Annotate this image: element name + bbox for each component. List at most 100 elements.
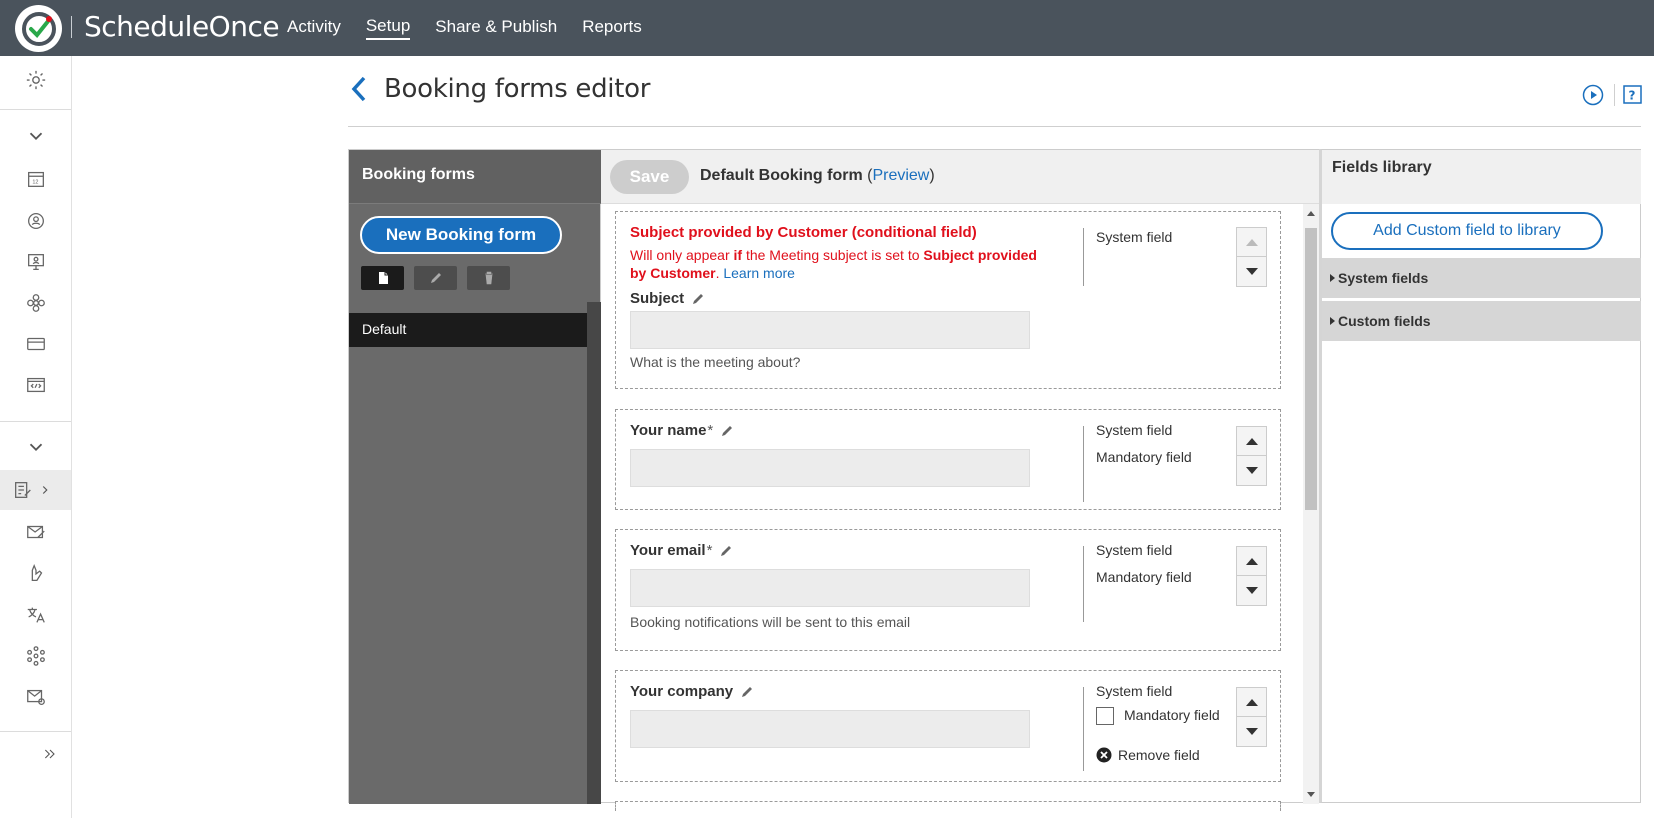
form-title: Default Booking form (Preview) — [700, 167, 935, 184]
app-name: ScheduleOnce — [84, 10, 280, 43]
field-card-email[interactable]: Your email * Booking notifications will b… — [615, 529, 1281, 651]
field-card-name[interactable]: Your name * System field Mandatory field — [615, 409, 1281, 510]
preview-link[interactable]: Preview — [872, 167, 929, 184]
delete-button[interactable] — [467, 266, 510, 290]
presenter-icon[interactable] — [0, 242, 71, 282]
field-mandatory: Mandatory field — [1096, 569, 1192, 585]
nav-share-publish[interactable]: Share & Publish — [435, 17, 557, 39]
new-booking-form-button[interactable]: New Booking form — [360, 216, 562, 254]
mandatory-checkbox-row[interactable]: Mandatory field — [1096, 707, 1220, 726]
section-custom-fields[interactable]: Custom fields — [1322, 301, 1641, 341]
card-icon[interactable] — [0, 324, 71, 364]
pencil-icon[interactable] — [740, 685, 754, 699]
email-input[interactable] — [630, 569, 1030, 607]
pencil-icon[interactable] — [720, 424, 734, 438]
move-up-button[interactable] — [1237, 228, 1266, 257]
remove-field-button[interactable]: Remove field — [1096, 747, 1200, 763]
header-divider-line — [348, 126, 1641, 127]
mandatory-checkbox[interactable] — [1096, 707, 1114, 726]
calendar-icon[interactable]: 12 — [0, 159, 71, 199]
chevron-down-icon[interactable] — [0, 116, 71, 156]
logo-icon[interactable] — [15, 5, 62, 52]
nav-activity[interactable]: Activity — [287, 17, 341, 39]
email-at-icon[interactable] — [0, 677, 71, 717]
arrow-up-icon — [1245, 239, 1258, 246]
scrollbar-thumb[interactable] — [1305, 228, 1317, 510]
arrow-up-icon — [1245, 438, 1258, 445]
learn-more-link[interactable]: Learn more — [723, 265, 795, 281]
reorder-controls — [1236, 426, 1267, 486]
form-edit-icon[interactable] — [0, 470, 71, 510]
scroll-up-icon[interactable] — [1303, 206, 1319, 222]
move-down-button[interactable] — [1237, 257, 1266, 286]
field-label: Your email * — [630, 542, 733, 559]
integrations-icon[interactable] — [0, 636, 71, 676]
field-help-text: Booking notifications will be sent to th… — [630, 614, 911, 630]
pencil-icon[interactable] — [719, 544, 733, 558]
field-label: Your company — [630, 683, 754, 700]
user-cycle-icon[interactable] — [0, 201, 71, 241]
svg-text:?: ? — [1629, 89, 1636, 103]
chevron-down-icon[interactable] — [0, 427, 71, 467]
svg-text:12: 12 — [32, 180, 38, 186]
form-editor-panel: Save Default Booking form (Preview) Subj… — [601, 149, 1319, 811]
back-arrow-icon[interactable] — [348, 74, 370, 104]
move-up-button[interactable] — [1237, 547, 1266, 576]
booking-forms-panel: Booking forms New Booking form Default — [348, 149, 602, 804]
expand-icon[interactable] — [0, 734, 71, 774]
top-bar: ScheduleOnce Activity Setup Share & Publ… — [0, 0, 1654, 56]
rename-button[interactable] — [414, 266, 457, 290]
arrow-up-icon — [1245, 558, 1258, 565]
add-custom-field-button[interactable]: Add Custom field to library — [1331, 212, 1603, 250]
arrow-down-icon — [1245, 466, 1258, 474]
company-input[interactable] — [630, 710, 1030, 748]
nav-setup[interactable]: Setup — [365, 16, 411, 40]
field-label: Subject — [630, 290, 705, 307]
fields-library-title: Fields library — [1322, 150, 1641, 204]
editor-scrollbar[interactable] — [1303, 204, 1319, 804]
field-help-text: What is the meeting about? — [630, 354, 801, 370]
booking-forms-list — [349, 302, 587, 804]
left-sidebar: 12 — [0, 56, 72, 818]
flower-icon[interactable] — [0, 283, 71, 323]
move-down-button[interactable] — [1237, 717, 1266, 746]
nav-reports[interactable]: Reports — [582, 17, 642, 39]
pencil-icon[interactable] — [691, 292, 705, 306]
hand-icon[interactable] — [0, 553, 71, 593]
fields-library-panel: Fields library Add Custom field to libra… — [1319, 149, 1641, 803]
pencil-icon — [430, 273, 441, 283]
code-icon[interactable] — [0, 365, 71, 405]
arrow-up-icon — [1245, 699, 1258, 706]
mail-edit-icon[interactable] — [0, 512, 71, 552]
move-up-button[interactable] — [1237, 688, 1266, 717]
booking-forms-title: Booking forms — [349, 150, 602, 204]
field-card-partial — [615, 801, 1281, 811]
field-card-company[interactable]: Your company System field Mandatory fiel… — [615, 670, 1281, 782]
copy-icon — [378, 272, 388, 284]
translate-icon[interactable] — [0, 595, 71, 635]
list-item[interactable]: Default — [349, 313, 587, 347]
help-icon[interactable]: ? — [1623, 85, 1642, 104]
scroll-down-icon[interactable] — [1303, 786, 1319, 802]
field-card-subject[interactable]: Subject provided by Customer (conditiona… — [615, 211, 1281, 389]
arrow-down-icon — [1245, 727, 1258, 735]
section-system-fields[interactable]: System fields — [1322, 258, 1641, 298]
move-down-button[interactable] — [1237, 456, 1266, 485]
play-video-icon[interactable] — [1582, 84, 1604, 106]
page-title: Booking forms editor — [384, 74, 651, 104]
editor-header: Save Default Booking form (Preview) — [601, 150, 1319, 204]
name-input[interactable] — [630, 449, 1030, 487]
conditional-field-note: Will only appear if the Meeting subject … — [630, 247, 1037, 281]
gear-icon[interactable] — [0, 60, 71, 100]
field-type: System field — [1096, 542, 1173, 558]
move-up-button[interactable] — [1237, 427, 1266, 456]
field-label: Your name * — [630, 422, 734, 439]
duplicate-button[interactable] — [361, 266, 404, 290]
subject-input[interactable] — [630, 311, 1030, 349]
move-down-button[interactable] — [1237, 576, 1266, 605]
booking-forms-scrollbar[interactable] — [587, 302, 601, 804]
save-button[interactable]: Save — [610, 160, 689, 194]
main-nav: Activity Setup Share & Publish Reports — [287, 0, 667, 56]
header-divider — [1614, 84, 1615, 106]
logo-divider — [71, 16, 72, 38]
